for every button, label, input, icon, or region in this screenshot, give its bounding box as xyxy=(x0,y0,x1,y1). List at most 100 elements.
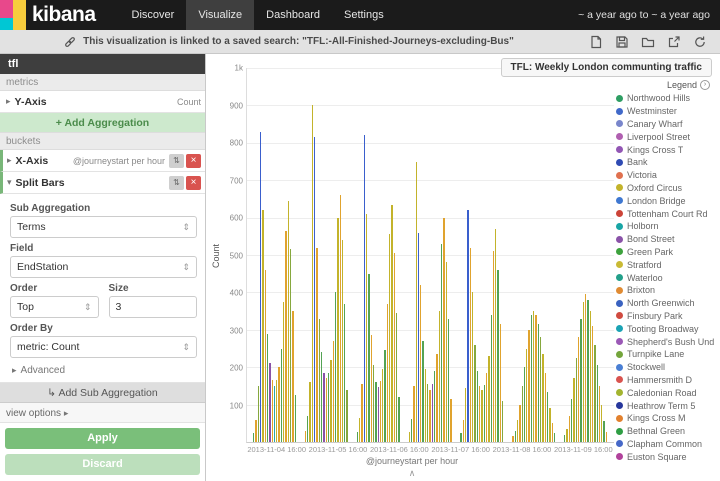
legend-item[interactable]: Stratford xyxy=(616,258,718,271)
bar[interactable] xyxy=(316,248,317,442)
bar[interactable] xyxy=(373,365,374,442)
bar[interactable] xyxy=(448,319,449,442)
bar[interactable] xyxy=(578,337,579,442)
legend-item[interactable]: Holborn xyxy=(616,220,718,233)
bar[interactable] xyxy=(262,210,263,442)
bar[interactable] xyxy=(486,373,487,442)
legend-item[interactable]: Bond Street xyxy=(616,233,718,246)
bar[interactable] xyxy=(285,231,286,442)
legend-item[interactable]: Westminster xyxy=(616,105,718,118)
bar[interactable] xyxy=(477,371,478,442)
nav-item-dashboard[interactable]: Dashboard xyxy=(254,0,332,30)
bar[interactable] xyxy=(425,369,426,442)
y-axis-agg-row[interactable]: ▸ Y-Axis Count xyxy=(0,91,205,113)
bar[interactable] xyxy=(601,405,602,442)
bar[interactable] xyxy=(493,251,494,442)
bar[interactable] xyxy=(479,386,480,442)
remove-agg-button[interactable]: × xyxy=(186,154,201,168)
order-select[interactable]: Top ⇕ xyxy=(10,296,99,318)
bar[interactable] xyxy=(409,432,410,442)
legend-item[interactable]: Kings Cross M xyxy=(616,412,718,425)
bar[interactable] xyxy=(517,420,518,442)
bar[interactable] xyxy=(413,386,414,442)
bar[interactable] xyxy=(265,270,266,442)
bar[interactable] xyxy=(429,390,430,442)
open-folder-icon[interactable] xyxy=(640,34,656,50)
view-options-toggle[interactable]: view options ▸ xyxy=(0,403,205,423)
bar[interactable] xyxy=(580,319,581,442)
nav-item-visualize[interactable]: Visualize xyxy=(186,0,254,30)
bar[interactable] xyxy=(253,433,254,442)
legend-item[interactable]: Hammersmith D xyxy=(616,374,718,387)
bar[interactable] xyxy=(389,234,390,442)
add-aggregation-button[interactable]: + Add Aggregation xyxy=(0,113,205,133)
bar[interactable] xyxy=(312,105,313,442)
bar[interactable] xyxy=(495,229,496,442)
bar[interactable] xyxy=(432,384,433,442)
bar[interactable] xyxy=(441,244,442,442)
collapse-sidebar-chevron[interactable]: ∧ xyxy=(210,468,614,481)
bar[interactable] xyxy=(463,420,464,442)
bar[interactable] xyxy=(278,367,279,442)
save-icon[interactable] xyxy=(614,34,630,50)
bar[interactable] xyxy=(524,367,525,442)
bar[interactable] xyxy=(398,397,399,442)
bar[interactable] xyxy=(535,315,536,442)
bar[interactable] xyxy=(522,386,523,442)
bar[interactable] xyxy=(484,385,485,442)
bar[interactable] xyxy=(594,345,595,442)
bar[interactable] xyxy=(342,240,343,442)
bar[interactable] xyxy=(552,423,553,442)
bar[interactable] xyxy=(576,358,577,442)
legend-item[interactable]: Caledonian Road xyxy=(616,386,718,399)
bar[interactable] xyxy=(309,382,310,442)
bar[interactable] xyxy=(366,214,367,442)
bar[interactable] xyxy=(446,262,447,442)
bar[interactable] xyxy=(378,387,379,442)
bar[interactable] xyxy=(460,433,461,442)
time-range-picker[interactable]: ~ a year ago to ~ a year ago xyxy=(578,0,720,30)
bar[interactable] xyxy=(364,135,365,442)
legend-item[interactable]: Euston Square xyxy=(616,450,718,463)
bar[interactable] xyxy=(420,285,421,442)
bar[interactable] xyxy=(418,233,419,442)
legend-item[interactable]: Shepherd's Bush Und xyxy=(616,335,718,348)
bar[interactable] xyxy=(587,300,588,442)
bar[interactable] xyxy=(549,408,550,442)
bar[interactable] xyxy=(542,354,543,442)
bar[interactable] xyxy=(512,436,513,442)
new-document-icon[interactable] xyxy=(588,34,604,50)
bar[interactable] xyxy=(592,326,593,442)
bar[interactable] xyxy=(340,195,341,442)
bar[interactable] xyxy=(344,304,345,442)
order-by-select[interactable]: metric: Count ⇕ xyxy=(10,336,197,358)
bar[interactable] xyxy=(491,315,492,442)
bar[interactable] xyxy=(382,369,383,442)
bar[interactable] xyxy=(566,429,567,442)
legend-item[interactable]: Clapham Common xyxy=(616,438,718,451)
bar[interactable] xyxy=(290,249,291,442)
bar[interactable] xyxy=(326,378,327,442)
bar[interactable] xyxy=(443,218,444,442)
legend-item[interactable]: Finsbury Park xyxy=(616,310,718,323)
bar[interactable] xyxy=(394,253,395,442)
bar[interactable] xyxy=(500,324,501,442)
split-bars-agg-row[interactable]: ▾ Split Bars ⇅ × xyxy=(0,172,205,194)
bar[interactable] xyxy=(321,352,322,442)
bar[interactable] xyxy=(531,315,532,442)
bar[interactable] xyxy=(547,392,548,442)
refresh-icon[interactable] xyxy=(692,34,708,50)
bar[interactable] xyxy=(337,218,338,442)
bar[interactable] xyxy=(554,433,555,442)
apply-button[interactable]: Apply xyxy=(5,428,200,449)
bar[interactable] xyxy=(361,384,362,442)
bar[interactable] xyxy=(599,386,600,442)
legend-item[interactable]: Brixton xyxy=(616,284,718,297)
bar[interactable] xyxy=(434,371,435,442)
bar[interactable] xyxy=(467,210,468,442)
bar[interactable] xyxy=(583,302,584,442)
bar[interactable] xyxy=(497,270,498,442)
bar[interactable] xyxy=(564,435,565,442)
bar[interactable] xyxy=(359,418,360,442)
bar[interactable] xyxy=(333,341,334,442)
